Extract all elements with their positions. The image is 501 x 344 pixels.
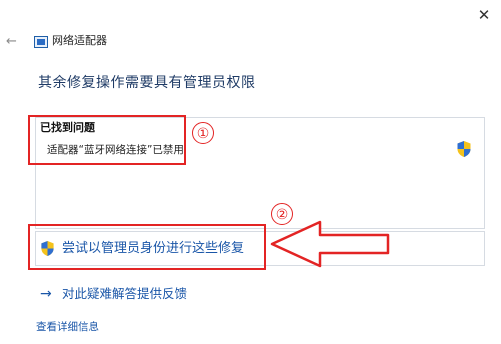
page-heading: 其余修复操作需要具有管理员权限 [38, 75, 256, 91]
annotation-marker-1: ① [192, 122, 214, 144]
view-details-link[interactable]: 查看详细信息 [36, 320, 99, 334]
network-adapter-icon [34, 36, 48, 48]
feedback-link-label[interactable]: 对此疑难解答提供反馈 [62, 284, 187, 304]
annotation-arrow-icon [270, 220, 390, 268]
window-title: 网络适配器 [52, 34, 107, 47]
back-button[interactable]: ← [6, 34, 22, 50]
annotation-highlight-problems [28, 115, 186, 165]
arrow-right-icon: → [40, 286, 52, 302]
uac-shield-icon [457, 141, 471, 157]
close-button[interactable]: ✕ [472, 4, 496, 26]
annotation-highlight-admin-action [28, 224, 266, 270]
